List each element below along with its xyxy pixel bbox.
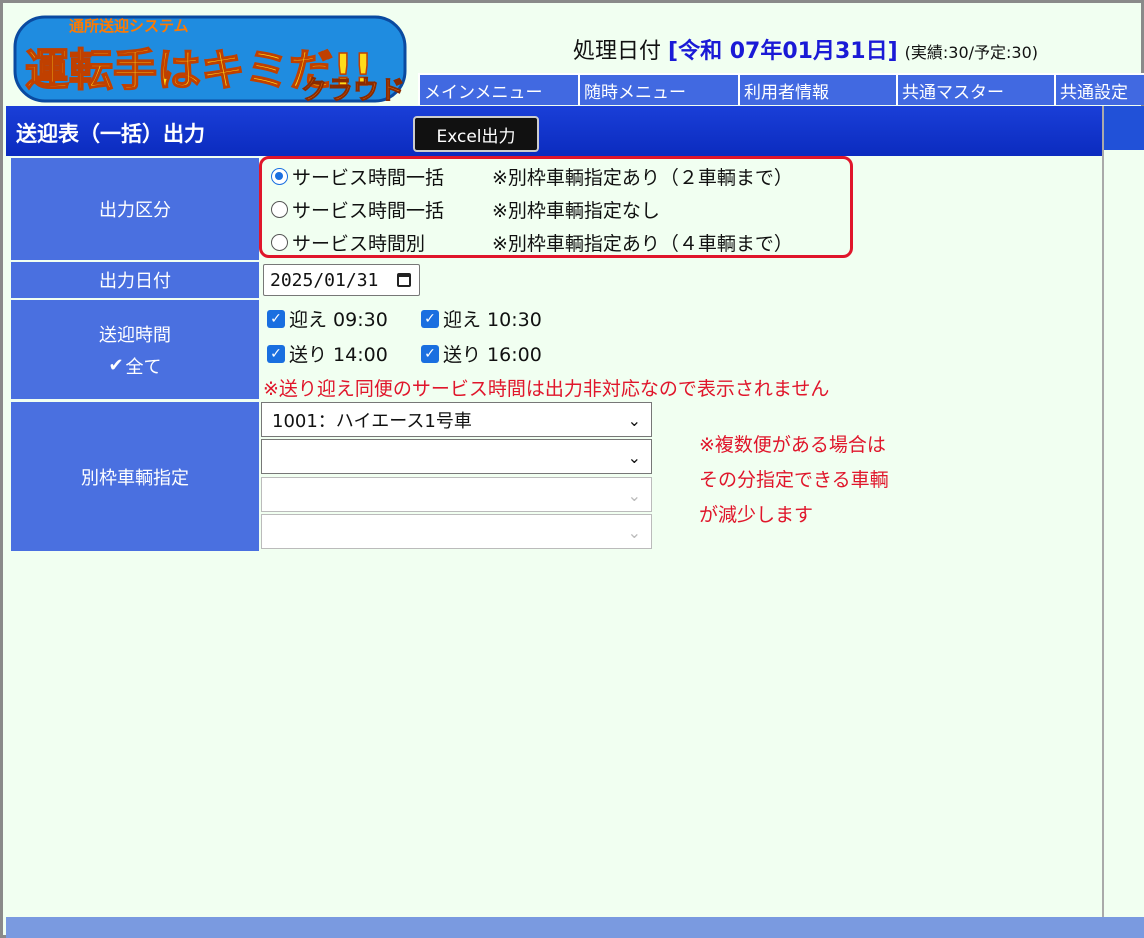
- page-title: 送迎表（一括）出力: [16, 122, 205, 146]
- select-all-label: 全て: [125, 356, 162, 378]
- time-label: 送り 16:00: [443, 344, 542, 366]
- vehicle-select-3[interactable]: ⌄: [261, 477, 652, 512]
- main-nav: メインメニュー 随時メニュー 利用者情報 共通マスター 共通設定: [418, 73, 1144, 105]
- output-type-option-1[interactable]: サービス時間一括 ※別枠車輌指定あり（２車輌まで）: [271, 161, 793, 191]
- vehicle-note-line: ※複数便がある場合は: [699, 434, 886, 456]
- processing-date-label: 処理日付: [573, 39, 662, 64]
- vehicle-select-4[interactable]: ⌄: [261, 514, 652, 549]
- output-date-input[interactable]: 2025/01/31: [263, 264, 420, 296]
- pickup-time-warning: ※送り迎え同便のサービス時間は出力非対応なので表示されません: [263, 378, 830, 400]
- checkbox-checked-icon[interactable]: ✓: [421, 309, 439, 328]
- processing-date-stats: (実績:30/予定:30): [904, 43, 1039, 62]
- vehicle-select-2[interactable]: ⌄: [261, 439, 652, 474]
- time-checkbox-2[interactable]: ✓ 迎え 10:30: [421, 305, 542, 332]
- output-type-label-text: 出力区分: [99, 200, 171, 221]
- nav-adhoc-menu[interactable]: 随時メニュー: [578, 73, 738, 105]
- footer-bar: [6, 917, 1144, 938]
- scrollbar-thumb[interactable]: [1104, 106, 1144, 150]
- scrollbar[interactable]: [1102, 106, 1144, 918]
- nav-common-master[interactable]: 共通マスター: [896, 73, 1054, 105]
- calendar-icon[interactable]: [397, 273, 411, 287]
- logo-tagline: 通所送迎システム: [69, 17, 189, 35]
- option-label: サービス時間別: [292, 232, 426, 255]
- vehicle-note-line: が減少します: [699, 504, 814, 526]
- option-note: ※別枠車輌指定あり（２車輌まで）: [492, 166, 793, 189]
- vehicle-select-value: 1001：ハイエース1号車: [272, 410, 472, 432]
- radio-selected-icon[interactable]: [271, 167, 288, 185]
- vehicle-note: ※複数便がある場合は その分指定できる車輌 が減少します: [699, 428, 889, 533]
- checkbox-checked-icon[interactable]: ✓: [421, 344, 439, 363]
- processing-date-value: [令和 07年01月31日]: [668, 39, 898, 64]
- chevron-down-icon: ⌄: [627, 411, 641, 430]
- output-date-label-text: 出力日付: [99, 271, 171, 292]
- radio-icon[interactable]: [271, 233, 288, 251]
- select-all-checkbox[interactable]: ✔ 全て: [108, 353, 161, 379]
- vehicle-note-line: その分指定できる車輌: [699, 469, 889, 491]
- time-checkbox-3[interactable]: ✓ 送り 14:00: [267, 340, 388, 367]
- time-checkbox-1[interactable]: ✓ 迎え 09:30: [267, 305, 388, 332]
- option-label: サービス時間一括: [292, 166, 445, 189]
- option-label: サービス時間一括: [292, 199, 445, 222]
- time-label: 迎え 09:30: [289, 309, 388, 331]
- logo-sub: クラウド: [301, 76, 405, 105]
- radio-icon[interactable]: [271, 200, 288, 218]
- time-label: 迎え 10:30: [443, 309, 542, 331]
- pickup-time-label: 送迎時間 ✔ 全て: [11, 300, 259, 399]
- option-note: ※別枠車輌指定なし: [492, 199, 660, 222]
- output-date-value: 2025/01/31: [270, 269, 379, 291]
- nav-common-settings[interactable]: 共通設定: [1054, 73, 1144, 105]
- output-type-option-3[interactable]: サービス時間別 ※別枠車輌指定あり（４車輌まで）: [271, 227, 793, 257]
- chevron-down-icon: ⌄: [627, 523, 641, 542]
- app-frame: 通所送迎システム 運転手はキミだ!! クラウド 処理日付 [令和 07年01月3…: [0, 0, 1144, 938]
- output-type-option-2[interactable]: サービス時間一括 ※別枠車輌指定なし: [271, 194, 660, 224]
- vehicle-select-1[interactable]: 1001：ハイエース1号車 ⌄: [261, 402, 652, 437]
- processing-date: 処理日付 [令和 07年01月31日] (実績:30/予定:30): [573, 33, 1038, 65]
- app-logo: 通所送迎システム 運転手はキミだ!! クラウド: [13, 15, 407, 105]
- vehicle-label: 別枠車輌指定: [11, 402, 259, 551]
- checkbox-checked-icon[interactable]: ✓: [267, 309, 285, 328]
- check-icon: ✔: [108, 355, 124, 376]
- nav-user-info[interactable]: 利用者情報: [738, 73, 896, 105]
- excel-export-button[interactable]: Excel出力: [413, 116, 539, 152]
- time-label: 送り 14:00: [289, 344, 388, 366]
- checkbox-checked-icon[interactable]: ✓: [267, 344, 285, 363]
- output-type-label: 出力区分: [11, 158, 259, 260]
- nav-main-menu[interactable]: メインメニュー: [418, 73, 578, 105]
- output-date-label: 出力日付: [11, 262, 259, 298]
- vehicle-label-text: 別枠車輌指定: [81, 467, 189, 489]
- page-title-bar: 送迎表（一括）出力 Excel出力: [6, 106, 1102, 156]
- chevron-down-icon: ⌄: [627, 486, 641, 505]
- pickup-time-label-text: 送迎時間: [99, 324, 171, 346]
- time-checkbox-4[interactable]: ✓ 送り 16:00: [421, 340, 542, 367]
- output-type-options: サービス時間一括 ※別枠車輌指定あり（２車輌まで） サービス時間一括 ※別枠車輌…: [259, 156, 853, 258]
- option-note: ※別枠車輌指定あり（４車輌まで）: [492, 232, 793, 255]
- chevron-down-icon: ⌄: [627, 448, 641, 467]
